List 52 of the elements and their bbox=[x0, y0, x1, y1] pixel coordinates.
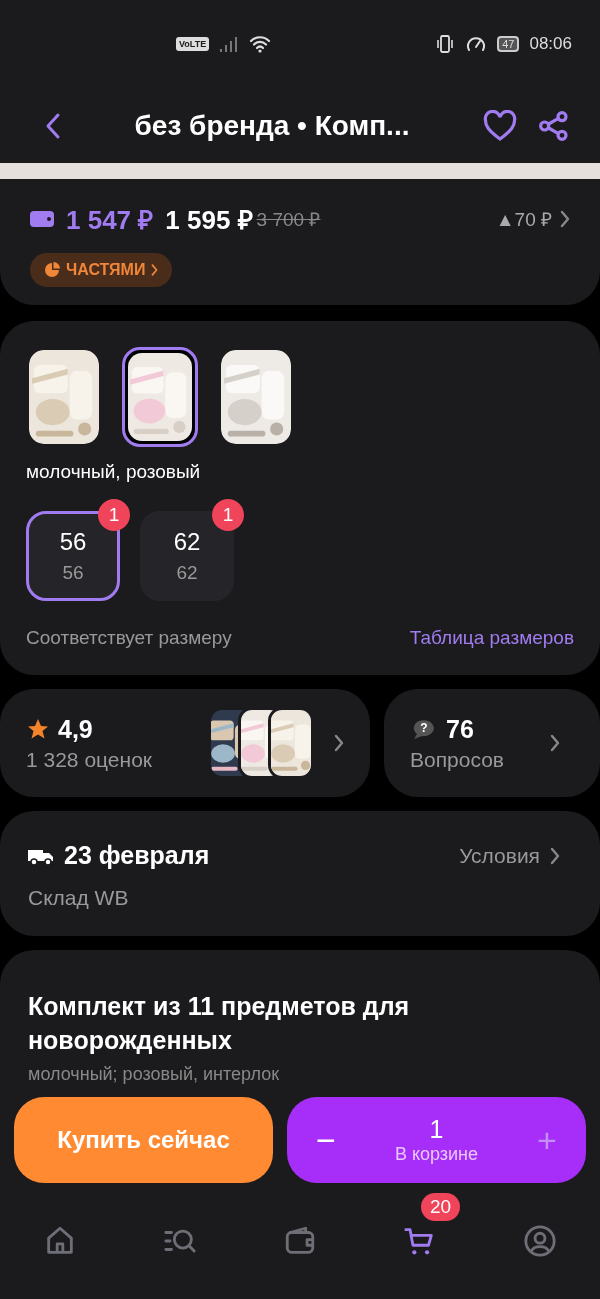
price-change-link[interactable]: ▲70 ₽ bbox=[495, 206, 570, 232]
delivery-date: 23 февраля bbox=[64, 841, 210, 870]
heart-icon bbox=[482, 109, 518, 142]
chevron-right-icon bbox=[560, 209, 570, 229]
star-icon bbox=[26, 717, 50, 741]
battery-indicator: 47 bbox=[497, 36, 520, 52]
wallet-price: 1 547 ₽ bbox=[66, 204, 154, 237]
questions-label: Вопросов bbox=[410, 747, 504, 772]
questions-count: 76 bbox=[446, 714, 474, 744]
vibrate-icon bbox=[435, 34, 456, 54]
warehouse-label: Склад WB bbox=[28, 886, 129, 909]
share-icon bbox=[538, 109, 570, 142]
profile-icon bbox=[523, 1224, 557, 1258]
description-subtitle: молочный; розовый, интерлок bbox=[28, 1063, 281, 1085]
variant-thumbnail[interactable] bbox=[122, 347, 198, 447]
share-button[interactable] bbox=[538, 109, 570, 142]
color-name: молочный, розовый bbox=[26, 461, 202, 483]
clock-time: 08:06 bbox=[529, 34, 572, 54]
rating-card[interactable]: 4,9 1 328 оценок bbox=[0, 689, 370, 797]
rating-count: 1 328 оценок bbox=[26, 747, 152, 772]
current-price: 1 595 ₽ bbox=[165, 204, 253, 237]
old-price: 3 700 ₽ bbox=[256, 208, 321, 232]
ru-size-label: 56 bbox=[62, 562, 84, 584]
count-badge: 1 bbox=[98, 499, 130, 531]
chevron-right-icon bbox=[550, 733, 560, 753]
product-title: без бренда • Комп... bbox=[133, 109, 411, 142]
installments-button[interactable]: ЧАСТЯМИ bbox=[30, 253, 173, 287]
size-label: 56 bbox=[59, 528, 87, 556]
nav-tab[interactable] bbox=[523, 1224, 557, 1258]
ru-size-label: 62 bbox=[176, 562, 198, 584]
questions-card[interactable]: ? 76 Вопросов bbox=[384, 689, 600, 797]
description-title: Комплект из 11 предметов для новорожденных bbox=[28, 991, 411, 1056]
favorite-button[interactable] bbox=[482, 109, 518, 142]
wifi-icon bbox=[249, 35, 272, 53]
size-table-link[interactable]: Таблица размеров bbox=[409, 627, 574, 649]
decrease-button[interactable]: − bbox=[313, 1120, 339, 1160]
quantity-value: 1 bbox=[429, 1115, 444, 1144]
rating-score: 4,9 bbox=[58, 714, 93, 744]
chevron-right-icon bbox=[550, 845, 560, 866]
speedometer-icon bbox=[465, 34, 488, 54]
volte-indicator: VoLTE bbox=[176, 37, 210, 51]
conditions-link[interactable]: Условия bbox=[459, 843, 540, 868]
fit-note: Соответствует размеру bbox=[26, 627, 232, 649]
size-label: 62 bbox=[173, 528, 201, 556]
chevron-right-icon bbox=[334, 733, 344, 753]
chevron-right-icon bbox=[151, 263, 159, 277]
wallet-icon bbox=[30, 209, 56, 229]
count-badge: 1 bbox=[212, 499, 244, 531]
pie-chart-icon bbox=[44, 262, 60, 278]
signal-icon bbox=[219, 35, 240, 53]
in-cart-label: В корзине bbox=[394, 1144, 479, 1165]
cart-count-badge: 20 bbox=[421, 1193, 461, 1221]
